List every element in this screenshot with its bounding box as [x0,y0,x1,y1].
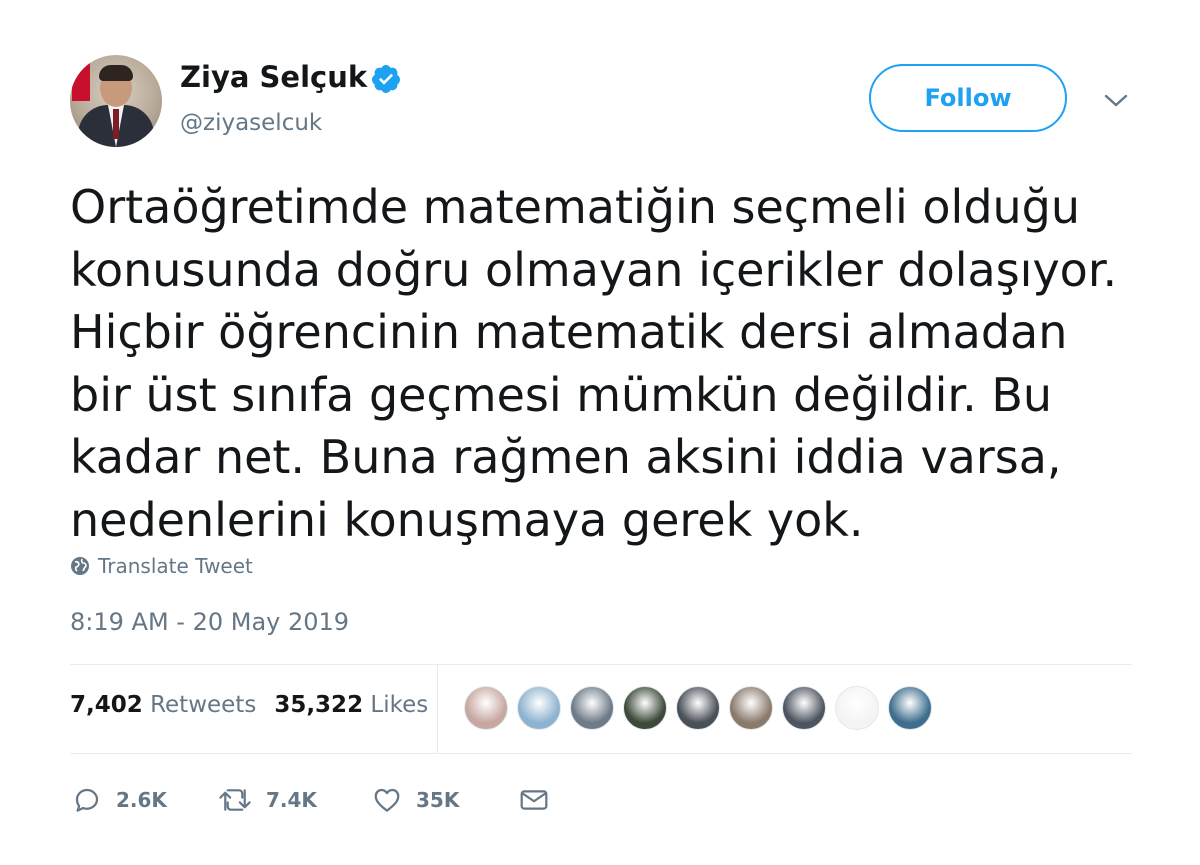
liker-avatar-4[interactable] [623,686,667,730]
tweet-card: Ziya Selçuk @ziyaselcuk Follow Ortaöğret… [0,0,1200,865]
like-count: 35K [416,788,460,812]
stats-separator [437,665,438,753]
liker-avatar-5[interactable] [676,686,720,730]
liker-avatar-1[interactable] [464,686,508,730]
tweet-text: Ortaöğretimde matematiğin seçmeli olduğu… [70,180,1118,547]
tweet-actions: 2.6K 7.4K 35K [72,780,564,820]
avatar-hair [99,65,133,81]
message-button[interactable] [518,785,564,815]
divider-top [70,664,1132,665]
liker-avatar-2[interactable] [517,686,561,730]
verified-badge-icon [372,65,400,93]
user-handle[interactable]: @ziyaselcuk [180,110,322,136]
follow-button[interactable]: Follow [869,64,1067,132]
likes-stat[interactable]: 35,322 Likes [274,692,428,718]
liker-avatar-6[interactable] [729,686,773,730]
retweets-label: Retweets [150,692,257,718]
divider-bottom [70,753,1132,754]
reply-button[interactable]: 2.6K [72,785,218,815]
user-avatar[interactable] [70,55,162,147]
heart-icon [374,788,400,812]
avatar-flag [72,61,90,101]
avatar-tie [113,109,119,139]
like-button[interactable]: 35K [372,785,518,815]
likers-avatar-row [464,686,941,730]
liker-avatar-7[interactable] [782,686,826,730]
liker-avatar-9[interactable] [888,686,932,730]
retweet-count: 7.4K [266,788,317,812]
globe-icon [71,557,89,575]
tweet-timestamp[interactable]: 8:19 AM - 20 May 2019 [70,608,349,636]
reply-icon [75,788,99,812]
retweet-icon [219,789,251,811]
liker-avatar-3[interactable] [570,686,614,730]
translate-tweet-link[interactable]: Translate Tweet [70,554,253,578]
retweets-count: 7,402 [70,692,143,718]
likes-label: Likes [370,692,429,718]
tweet-stats: 7,402 Retweets 35,322 Likes [70,692,428,718]
user-display-name[interactable]: Ziya Selçuk [180,60,367,94]
translate-label: Translate Tweet [98,554,253,578]
retweets-stat[interactable]: 7,402 Retweets [70,692,256,718]
liker-avatar-8[interactable] [835,686,879,730]
likes-count: 35,322 [274,692,364,718]
envelope-icon [520,790,548,810]
chevron-down-icon[interactable] [1102,90,1130,110]
reply-count: 2.6K [116,788,167,812]
retweet-button[interactable]: 7.4K [218,785,372,815]
